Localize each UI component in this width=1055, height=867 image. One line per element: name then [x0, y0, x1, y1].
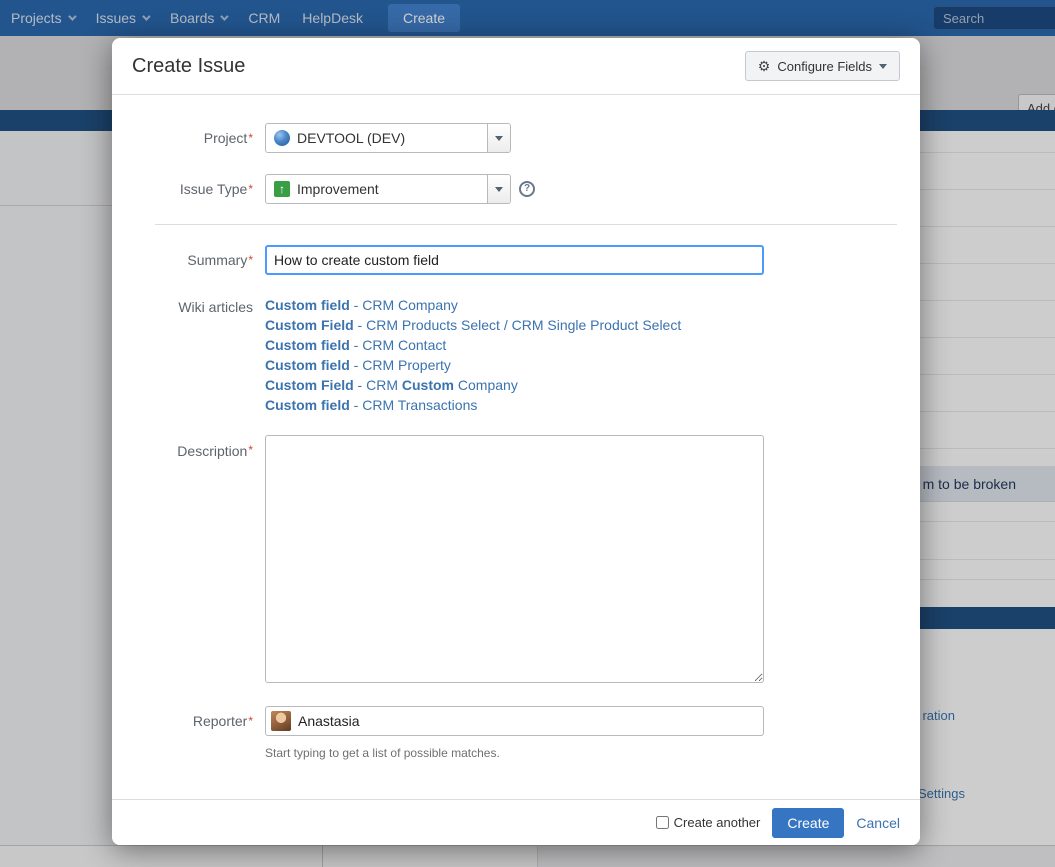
issue-type-value-text: Improvement — [297, 181, 379, 197]
required-mark: * — [248, 253, 253, 267]
create-issue-dialog: Create Issue ⚙ Configure Fields Project*… — [112, 38, 920, 845]
required-mark: * — [248, 443, 253, 457]
project-select-value: DEVTOOL (DEV) — [266, 124, 487, 152]
reporter-label: Reporter* — [112, 706, 265, 736]
divider — [155, 224, 897, 225]
reporter-input[interactable] — [298, 713, 758, 729]
project-avatar-icon — [274, 130, 290, 146]
issue-type-select-value: ↑ Improvement — [266, 175, 487, 203]
issue-type-select-arrow[interactable] — [487, 175, 510, 203]
dialog-header: Create Issue ⚙ Configure Fields — [112, 38, 920, 95]
dialog-footer: Create another Create Cancel — [112, 799, 920, 845]
reporter-avatar — [271, 711, 291, 731]
wiki-articles-list: Custom field - CRM Company Custom Field … — [265, 295, 681, 415]
page-title: Create Issue — [132, 55, 245, 78]
wiki-link[interactable]: Custom field - CRM Company — [265, 295, 681, 315]
chevron-down-icon — [495, 136, 503, 141]
wiki-articles-label: Wiki articles — [112, 295, 265, 415]
project-select[interactable]: DEVTOOL (DEV) — [265, 123, 511, 153]
create-button[interactable]: Create — [772, 808, 844, 838]
required-mark: * — [248, 131, 253, 145]
help-icon[interactable]: ? — [519, 181, 535, 197]
required-mark: * — [248, 182, 253, 196]
wiki-link[interactable]: Custom Field - CRM Products Select / CRM… — [265, 315, 681, 335]
configure-fields-button[interactable]: ⚙ Configure Fields — [745, 51, 900, 81]
configure-fields-label: Configure Fields — [777, 59, 872, 74]
summary-input[interactable] — [265, 245, 764, 275]
spacer — [112, 744, 265, 760]
description-textarea[interactable] — [265, 435, 764, 683]
gear-icon: ⚙ — [758, 58, 771, 75]
wiki-link[interactable]: Custom field - CRM Transactions — [265, 395, 681, 415]
create-another-option[interactable]: Create another — [656, 815, 761, 830]
dialog-body: Project* DEVTOOL (DEV) Issue Type* ↑ — [112, 95, 920, 799]
create-another-checkbox[interactable] — [656, 816, 669, 829]
reporter-hint: Start typing to get a list of possible m… — [265, 744, 500, 760]
chevron-down-icon — [495, 187, 503, 192]
issue-type-select[interactable]: ↑ Improvement — [265, 174, 511, 204]
required-mark: * — [248, 714, 253, 728]
screen: Add g m to be broken — [0, 0, 1055, 867]
create-another-label: Create another — [674, 815, 761, 830]
wiki-link[interactable]: Custom Field - CRM Custom Company — [265, 375, 681, 395]
project-label: Project* — [112, 123, 265, 153]
issue-type-label: Issue Type* — [112, 174, 265, 204]
reporter-field[interactable] — [265, 706, 764, 736]
project-select-arrow[interactable] — [487, 124, 510, 152]
summary-label: Summary* — [112, 245, 265, 275]
description-label: Description* — [112, 435, 265, 683]
chevron-down-icon — [879, 64, 887, 69]
cancel-link[interactable]: Cancel — [856, 815, 900, 831]
improvement-type-icon: ↑ — [274, 181, 290, 197]
wiki-link[interactable]: Custom field - CRM Contact — [265, 335, 681, 355]
project-value-text: DEVTOOL (DEV) — [297, 130, 405, 146]
wiki-link[interactable]: Custom field - CRM Property — [265, 355, 681, 375]
